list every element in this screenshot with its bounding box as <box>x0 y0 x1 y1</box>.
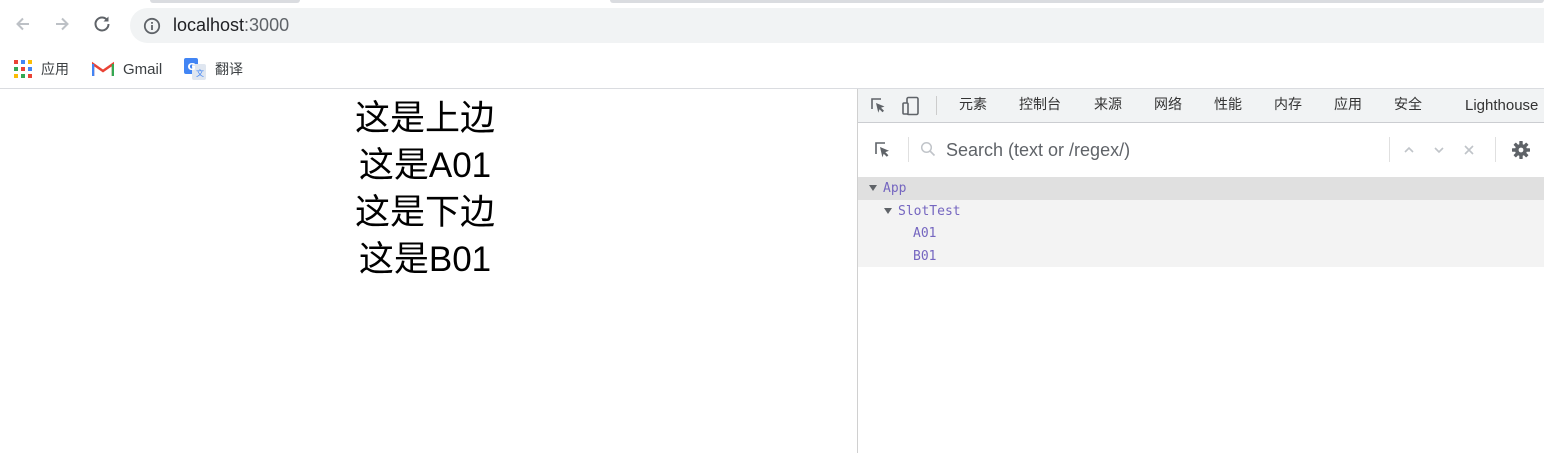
select-component-icon <box>875 142 889 158</box>
chevron-down-icon <box>1434 147 1444 154</box>
text-line-a01: 这是A01 <box>358 146 492 185</box>
inspect-cursor-icon <box>871 97 885 113</box>
devtools-tab-bar: 元素 控制台 来源 网络 性能 内存 应用 安全 Lighthouse <box>858 89 1544 123</box>
back-button[interactable] <box>9 10 37 38</box>
expand-triangle-icon[interactable] <box>884 208 892 214</box>
component-tree: App SlotTest A01 B01 <box>858 177 1544 267</box>
reload-button[interactable] <box>88 10 116 38</box>
text-line-top: 这是上边 <box>354 99 495 138</box>
devtools-panel: 元素 控制台 来源 网络 性能 内存 应用 安全 Lighthouse Sear… <box>857 89 1544 453</box>
close-icon <box>1464 145 1474 155</box>
previous-result-button[interactable] <box>1396 137 1422 163</box>
search-separator <box>1495 137 1496 162</box>
text-line-bottom: 这是下边 <box>354 193 495 232</box>
gmail-icon <box>92 61 114 77</box>
tab-lighthouse[interactable]: Lighthouse <box>1465 89 1538 122</box>
forward-button[interactable] <box>48 10 76 38</box>
component-search-input[interactable] <box>946 135 1376 165</box>
bookmark-apps[interactable]: 应用 <box>14 50 69 88</box>
bookmark-label: Gmail <box>123 60 163 78</box>
browser-toolbar: localhost:3000 <box>0 0 1544 50</box>
tab-strip-edge <box>150 0 300 3</box>
inspect-element-button[interactable] <box>865 89 893 122</box>
search-separator <box>1389 137 1390 162</box>
tree-node-a01[interactable]: A01 <box>858 222 1544 245</box>
tab-network[interactable]: 网络 <box>1154 89 1182 122</box>
bookmark-gmail[interactable]: Gmail <box>92 50 162 88</box>
bookmark-label: 应用 <box>41 62 69 78</box>
component-name: A01 <box>913 226 937 241</box>
page-viewport: 这是上边 这是A01 这是下边 这是B01 <box>0 89 857 453</box>
tab-sources[interactable]: 来源 <box>1094 89 1122 122</box>
select-component-button[interactable] <box>870 137 896 163</box>
component-name: App <box>883 181 907 196</box>
url-text: localhost:3000 <box>173 8 289 43</box>
address-bar[interactable]: localhost:3000 <box>130 8 1544 43</box>
gear-icon <box>1512 141 1530 159</box>
page-content: 这是上边 这是A01 这是下边 这是B01 <box>0 95 850 283</box>
tree-node-app[interactable]: App <box>858 177 1544 200</box>
tab-elements[interactable]: 元素 <box>959 89 987 122</box>
text-line-b01: 这是B01 <box>358 240 492 279</box>
bookmark-label: 翻译 <box>215 62 243 78</box>
tab-performance[interactable]: 性能 <box>1214 89 1242 122</box>
google-translate-icon: G 文 <box>184 58 206 80</box>
tree-node-slottest[interactable]: SlotTest <box>858 200 1544 223</box>
settings-button[interactable] <box>1508 137 1534 163</box>
tab-application[interactable]: 应用 <box>1334 89 1362 122</box>
tab-separator <box>936 96 937 115</box>
url-host: localhost <box>173 15 245 35</box>
component-name: SlotTest <box>898 204 961 219</box>
svg-text:文: 文 <box>196 68 204 78</box>
search-icon <box>920 141 936 157</box>
info-icon[interactable] <box>143 17 161 35</box>
arrow-right-icon <box>56 17 69 31</box>
tab-strip-edge <box>610 0 1544 3</box>
component-name: B01 <box>913 249 937 264</box>
tab-security[interactable]: 安全 <box>1394 89 1422 122</box>
arrow-left-icon <box>16 17 29 31</box>
next-result-button[interactable] <box>1426 137 1452 163</box>
reload-icon <box>94 16 110 32</box>
clear-search-button[interactable] <box>1456 137 1482 163</box>
svg-text:G: G <box>188 62 196 73</box>
tree-node-b01[interactable]: B01 <box>858 245 1544 268</box>
device-mobile-icon <box>902 96 919 115</box>
bookmark-translate[interactable]: G 文 翻译 <box>184 50 243 88</box>
component-search-bar <box>858 123 1544 178</box>
bookmarks-bar: 应用 Gmail G 文 翻译 <box>0 50 1544 89</box>
chevron-up-icon <box>1404 146 1414 153</box>
url-port: :3000 <box>244 15 290 35</box>
expand-triangle-icon[interactable] <box>869 185 877 191</box>
device-toolbar-button[interactable] <box>897 89 925 122</box>
tab-console[interactable]: 控制台 <box>1019 89 1061 122</box>
apps-grid-icon <box>14 60 32 78</box>
search-separator <box>908 137 909 162</box>
tab-memory[interactable]: 内存 <box>1274 89 1302 122</box>
